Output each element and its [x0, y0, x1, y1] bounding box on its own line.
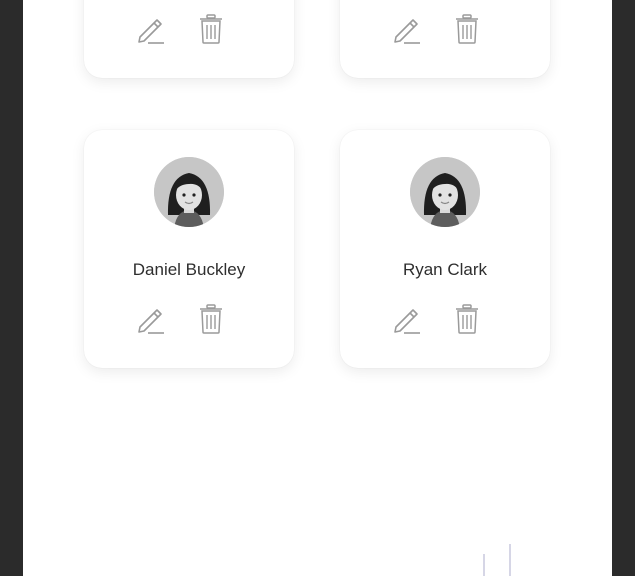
contact-card[interactable]: Daniel Buckley: [84, 130, 294, 368]
trash-icon[interactable]: [196, 12, 226, 46]
bottom-mark: [509, 544, 511, 576]
contact-name: Ryan Clark: [402, 260, 488, 279]
trash-icon[interactable]: [452, 302, 482, 336]
contact-card[interactable]: Ryan Clark: [340, 130, 550, 368]
card-actions: [136, 302, 226, 336]
contact-name: Daniel Buckley: [132, 260, 246, 279]
pencil-icon[interactable]: [136, 12, 166, 46]
pencil-icon[interactable]: [392, 12, 422, 46]
user-avatar-icon: [410, 157, 480, 227]
bottom-mark: [483, 554, 485, 576]
card-actions: [392, 302, 482, 336]
pencil-icon[interactable]: [392, 302, 422, 336]
contact-card[interactable]: [84, 0, 294, 78]
trash-icon[interactable]: [196, 302, 226, 336]
card-actions: [392, 12, 482, 46]
card-actions: [136, 12, 226, 46]
contacts-screen: Daniel Buckley Ryan Clark: [23, 0, 612, 576]
partial-bottom-graphic: [483, 544, 523, 576]
contact-card[interactable]: [340, 0, 550, 78]
user-avatar-icon: [154, 157, 224, 227]
pencil-icon[interactable]: [136, 302, 166, 336]
trash-icon[interactable]: [452, 12, 482, 46]
